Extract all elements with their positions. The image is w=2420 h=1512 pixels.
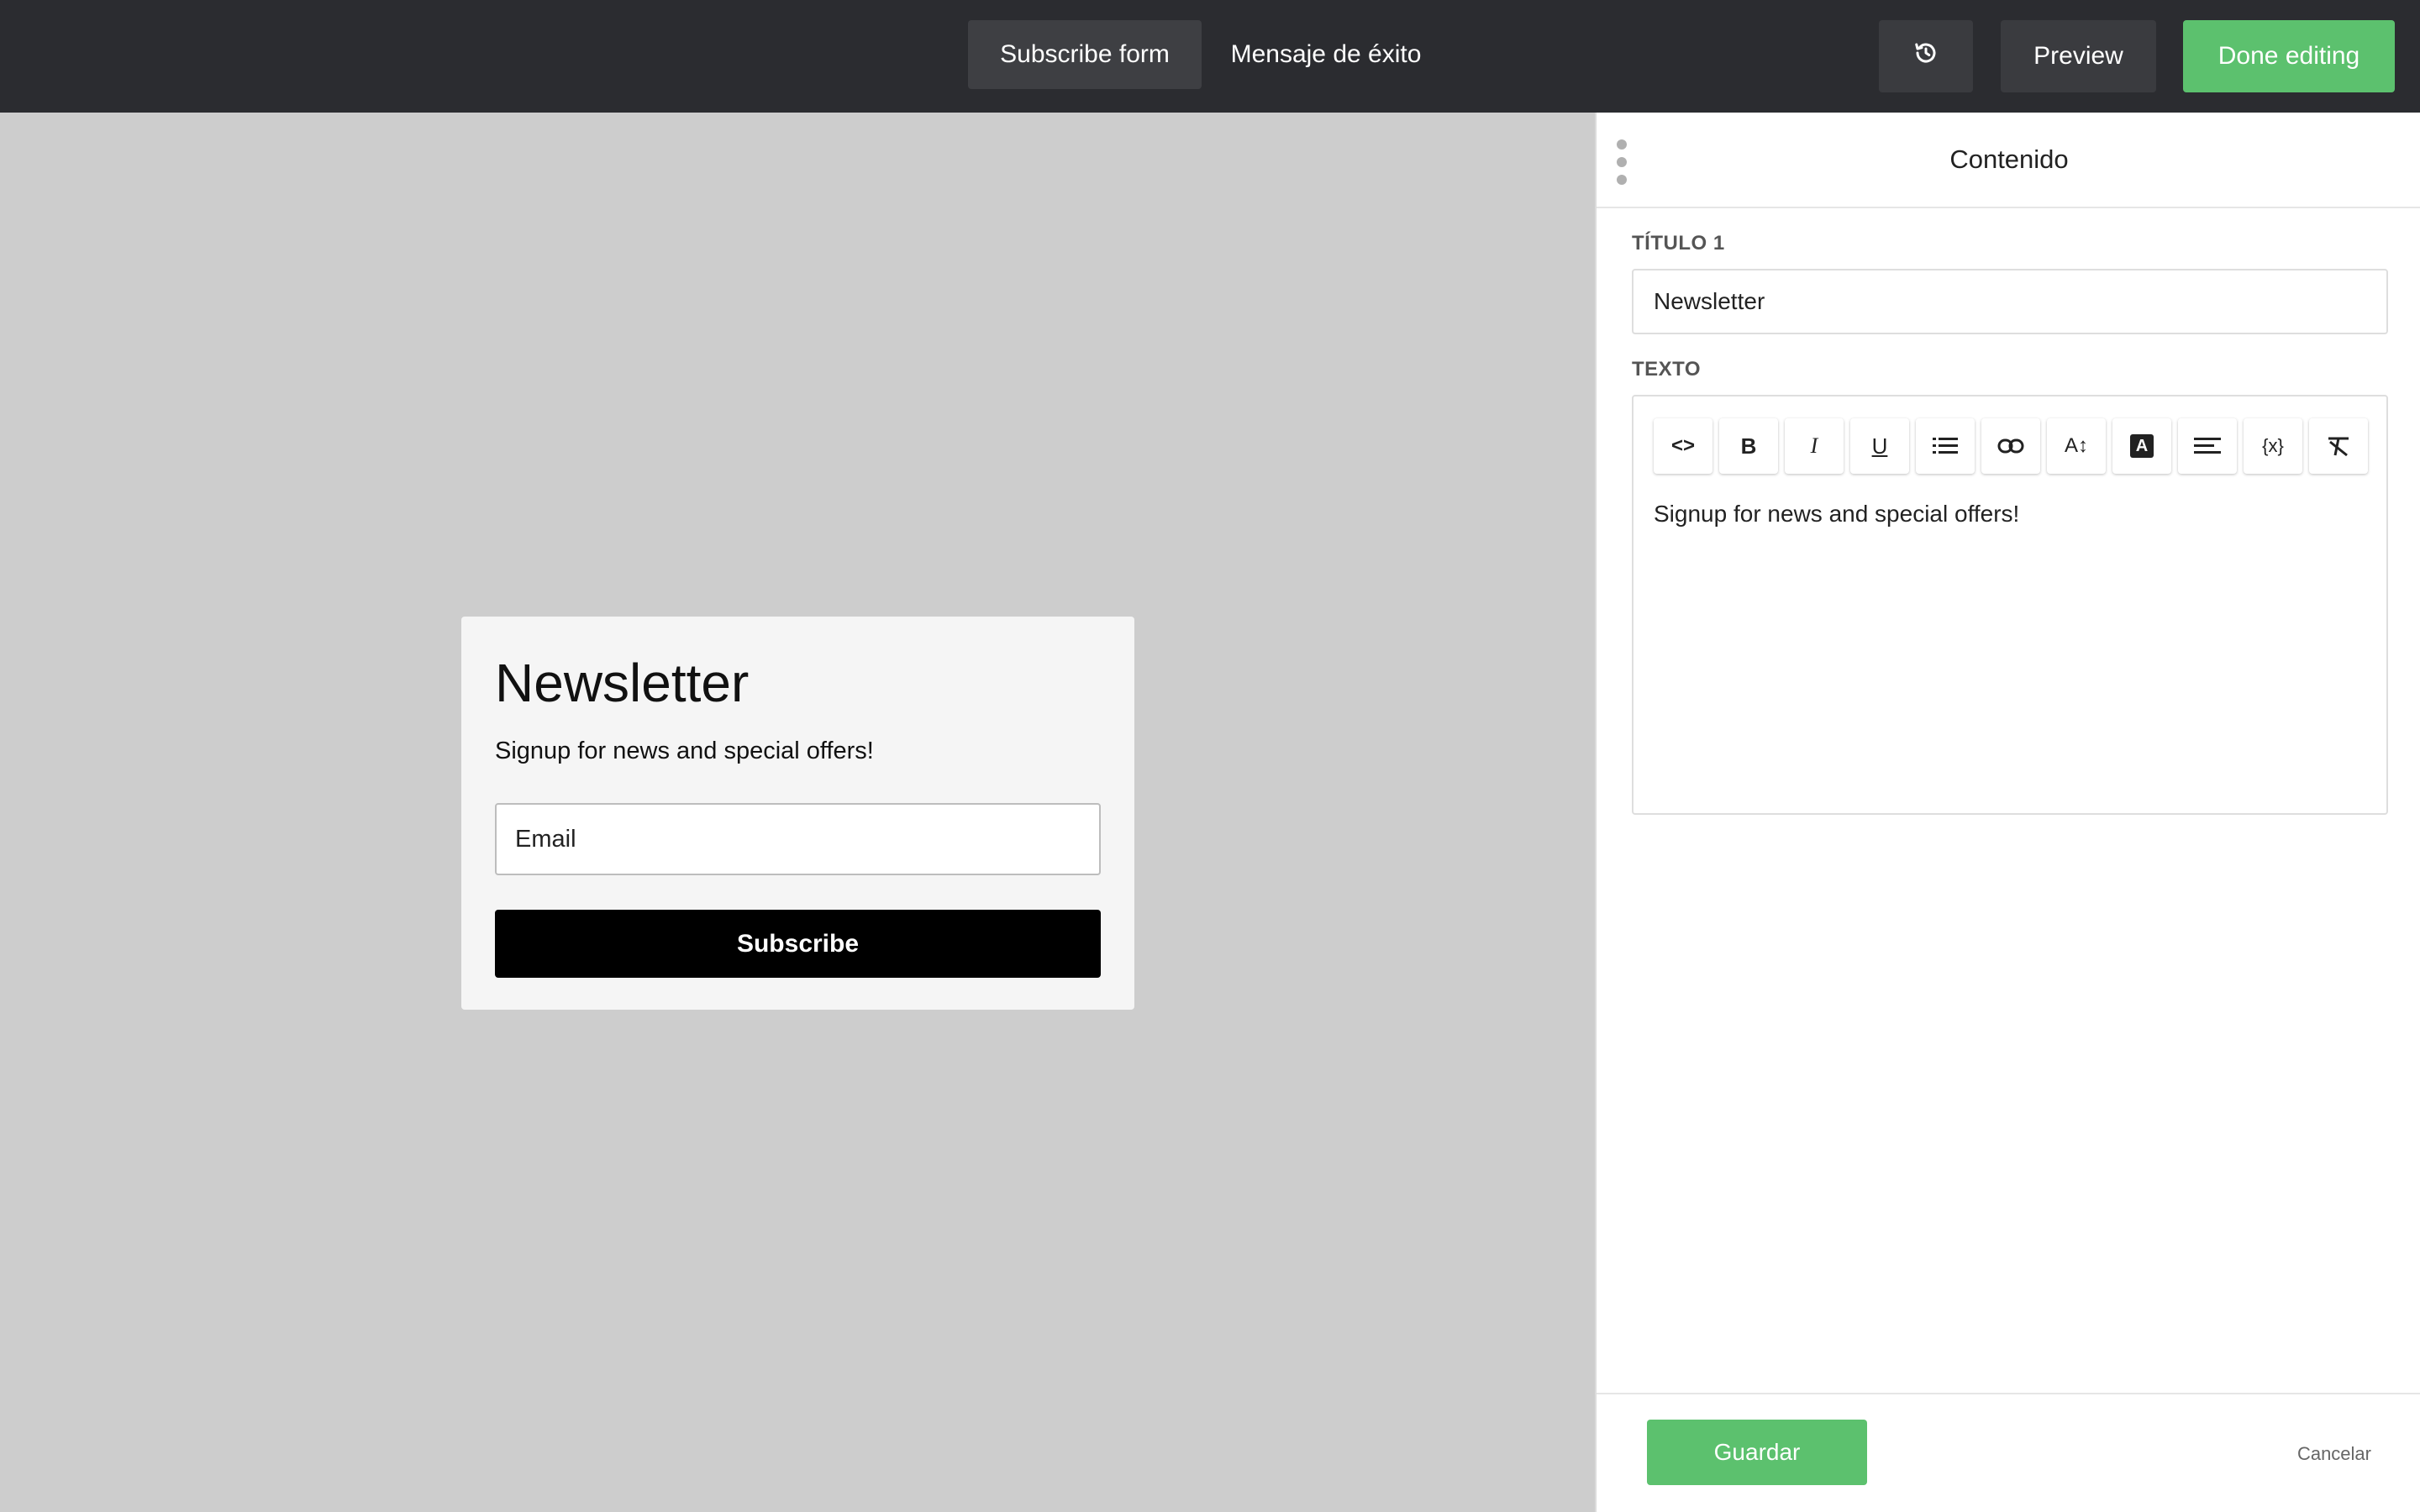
text-color-button[interactable]: A: [2112, 418, 2171, 474]
bold-button[interactable]: B: [1719, 418, 1778, 474]
bold-icon: B: [1740, 433, 1757, 459]
code-button[interactable]: <>: [1654, 418, 1712, 474]
font-size-button[interactable]: A↕: [2047, 418, 2106, 474]
variable-icon: {x}: [2262, 435, 2284, 456]
text-color-icon: A: [2130, 434, 2154, 458]
rich-text-editor[interactable]: <> B I U A↕ A {x} Signup for news and sp…: [1632, 395, 2388, 815]
italic-icon: I: [1810, 433, 1818, 458]
done-editing-button[interactable]: Done editing: [2183, 20, 2395, 92]
panel-title: Contenido: [1949, 144, 2069, 174]
link-icon: [1997, 438, 2024, 454]
form-title: Newsletter: [495, 653, 750, 713]
tab-mensaje-de-exito[interactable]: Mensaje de éxito: [1202, 20, 1450, 89]
list-button[interactable]: [1916, 418, 1975, 474]
align-button[interactable]: [2178, 418, 2237, 474]
subscribe-form-card[interactable]: Newsletter Signup for news and special o…: [461, 617, 1134, 1010]
history-button[interactable]: [1879, 20, 1973, 92]
editor-text[interactable]: Signup for news and special offers!: [1654, 501, 2019, 528]
panel-footer: Guardar Cancelar: [1597, 1393, 2420, 1512]
variable-button[interactable]: {x}: [2244, 418, 2302, 474]
align-left-icon: [2194, 437, 2221, 455]
tab-subscribe-form[interactable]: Subscribe form: [968, 20, 1202, 89]
list-icon: [1933, 436, 1958, 456]
editor-toolbar: <> B I U A↕ A {x}: [1654, 418, 2375, 474]
history-icon: [1913, 40, 1939, 72]
underline-icon: U: [1871, 433, 1888, 459]
font-size-icon: A↕: [2064, 434, 2088, 457]
clear-format-icon: [2326, 435, 2351, 457]
italic-button[interactable]: I: [1785, 418, 1844, 474]
save-button[interactable]: Guardar: [1647, 1420, 1867, 1485]
subscribe-button[interactable]: Subscribe: [495, 910, 1101, 978]
texto-label: TEXTO: [1632, 358, 1702, 381]
clear-format-button[interactable]: [2309, 418, 2368, 474]
titulo-input[interactable]: [1632, 269, 2388, 334]
preview-button[interactable]: Preview: [2001, 20, 2156, 92]
content-panel: Contenido TÍTULO 1 TEXTO <> B I U: [1595, 113, 2420, 1512]
underline-button[interactable]: U: [1850, 418, 1909, 474]
email-field[interactable]: [495, 803, 1101, 875]
editor-canvas: Newsletter Signup for news and special o…: [0, 113, 1595, 1512]
titulo-label: TÍTULO 1: [1632, 232, 1725, 255]
cancel-link[interactable]: Cancelar: [2297, 1443, 2371, 1465]
top-bar: Subscribe form Mensaje de éxito Preview …: [0, 0, 2420, 113]
panel-header: Contenido: [1597, 113, 2420, 208]
form-subtitle: Signup for news and special offers!: [495, 738, 874, 764]
link-button[interactable]: [1981, 418, 2040, 474]
code-icon: <>: [1670, 434, 1696, 457]
